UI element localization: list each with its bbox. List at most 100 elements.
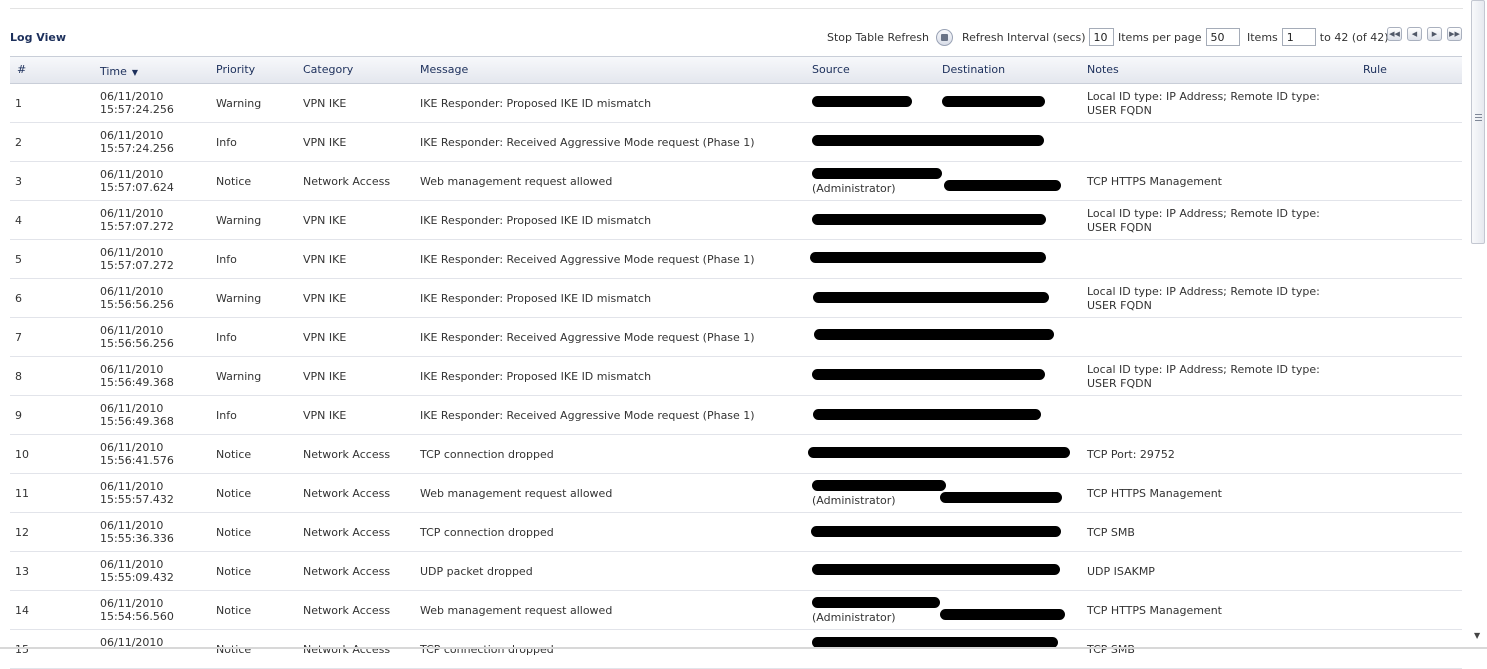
row-clock: 15:54:56.560 — [100, 610, 174, 623]
table-row[interactable]: 9 06/11/2010 15:56:49.368 Info VPN IKE IKE Re… — [10, 396, 1462, 435]
row-time: 06/11/2010 15:56:49.368 — [100, 402, 174, 428]
row-clock: 15:56:49.368 — [100, 376, 174, 389]
row-time: 06/11/2010 15:56:56.256 — [100, 324, 174, 350]
row-time: 06/11/2010 15:55:09.432 — [100, 558, 174, 584]
row-message: UDP packet dropped — [420, 565, 533, 578]
row-date: 06/11/2010 — [100, 597, 164, 610]
col-source[interactable]: Source — [812, 63, 850, 76]
scroll-thumb[interactable] — [1471, 0, 1485, 244]
table-row[interactable]: 5 06/11/2010 15:57:07.272 Info VPN IKE IKE Re… — [10, 240, 1462, 279]
next-page-icon[interactable]: ▶ — [1427, 27, 1442, 41]
refresh-interval-label: Refresh Interval (secs) — [962, 30, 1086, 44]
prev-page-icon[interactable]: ◀ — [1407, 27, 1422, 41]
row-category: Network Access — [303, 487, 391, 500]
table-header: # Time ▼ Priority Category Message Source… — [10, 56, 1462, 84]
table-row[interactable]: 8 06/11/2010 15:56:49.368 Warning VPN IKE IKE… — [10, 357, 1462, 396]
redaction-mark — [812, 135, 1044, 146]
table-row[interactable]: 10 06/11/2010 15:56:41.576 Notice Network Ac… — [10, 435, 1462, 474]
col-destination[interactable]: Destination — [942, 63, 1005, 76]
redaction-mark — [940, 609, 1065, 620]
redaction-mark — [814, 329, 1054, 340]
grip-icon — [1475, 114, 1482, 123]
table-row[interactable]: 14 06/11/2010 15:54:56.560 Notice Network Ac… — [10, 591, 1462, 630]
col-priority[interactable]: Priority — [216, 63, 255, 76]
row-priority: Warning — [216, 214, 262, 227]
row-clock: 15:55:36.336 — [100, 532, 174, 545]
col-num[interactable]: # — [17, 63, 26, 76]
row-notes: TCP HTTPS Management — [1087, 487, 1222, 500]
items-per-page-label: Items per page — [1118, 30, 1202, 44]
row-date: 06/11/2010 — [100, 168, 164, 181]
row-message: TCP connection dropped — [420, 448, 554, 461]
row-date: 06/11/2010 — [100, 441, 164, 454]
row-priority: Info — [216, 253, 237, 266]
col-notes[interactable]: Notes — [1087, 63, 1119, 76]
row-time: 06/11/2010 15:56:41.576 — [100, 441, 174, 467]
stop-refresh-control[interactable]: Stop Table Refresh — [827, 27, 953, 47]
redaction-mark — [942, 96, 1045, 107]
row-message: IKE Responder: Received Aggressive Mode … — [420, 331, 755, 344]
table-row[interactable]: 15 06/11/2010 Notice Network Access TCP conn… — [10, 630, 1462, 669]
table-row[interactable]: 11 06/11/2010 15:55:57.432 Notice Network Ac… — [10, 474, 1462, 513]
row-number: 6 — [15, 292, 22, 305]
row-time: 06/11/2010 15:57:07.624 — [100, 168, 174, 194]
row-category: VPN IKE — [303, 136, 347, 149]
last-page-icon[interactable]: ▶▶ — [1447, 27, 1462, 41]
row-priority: Notice — [216, 604, 252, 617]
row-time: 06/11/2010 15:57:24.256 — [100, 129, 174, 155]
table-row[interactable]: 2 06/11/2010 15:57:24.256 Info VPN IKE IKE Re… — [10, 123, 1462, 162]
refresh-interval-input[interactable] — [1088, 28, 1114, 46]
row-priority: Notice — [216, 487, 252, 500]
table-row[interactable]: 7 06/11/2010 15:56:56.256 Info VPN IKE IKE Re… — [10, 318, 1462, 357]
row-category: VPN IKE — [303, 409, 347, 422]
sort-desc-icon: ▼ — [131, 68, 139, 77]
row-number: 5 — [15, 253, 22, 266]
redaction-mark — [812, 96, 912, 107]
row-category: Network Access — [303, 448, 391, 461]
row-time: 06/11/2010 15:54:56.560 — [100, 597, 174, 623]
first-page-icon[interactable]: ◀◀ — [1387, 27, 1402, 41]
col-category[interactable]: Category — [303, 63, 353, 76]
row-number: 7 — [15, 331, 22, 344]
row-message: Web management request allowed — [420, 487, 613, 500]
items-per-page-input[interactable] — [1205, 28, 1240, 46]
vertical-scrollbar[interactable]: ▼ — [1471, 0, 1485, 649]
row-time: 06/11/2010 15:57:07.272 — [100, 246, 174, 272]
redaction-mark — [808, 447, 1070, 458]
row-category: Network Access — [303, 643, 391, 656]
stop-icon[interactable] — [936, 28, 953, 46]
redaction-mark — [940, 492, 1062, 503]
scroll-down-icon[interactable]: ▼ — [1474, 631, 1480, 640]
row-message: Web management request allowed — [420, 604, 613, 617]
row-notes: Local ID type: IP Address; Remote ID typ… — [1087, 285, 1320, 312]
row-source-user: (Administrator) — [812, 182, 896, 195]
row-priority: Notice — [216, 565, 252, 578]
table-row[interactable]: 13 06/11/2010 15:55:09.432 Notice Network Ac… — [10, 552, 1462, 591]
col-message[interactable]: Message — [420, 63, 468, 76]
table-row[interactable]: 12 06/11/2010 15:55:36.336 Notice Network Ac… — [10, 513, 1462, 552]
row-notes: TCP SMB — [1087, 643, 1135, 656]
table-row[interactable]: 4 06/11/2010 15:57:07.272 Warning VPN IKE IKE… — [10, 201, 1462, 240]
row-date: 06/11/2010 — [100, 246, 164, 259]
items-start-input[interactable] — [1281, 28, 1316, 46]
row-time: 06/11/2010 15:56:56.256 — [100, 285, 174, 311]
row-clock: 15:57:07.272 — [100, 220, 174, 233]
col-rule[interactable]: Rule — [1363, 63, 1387, 76]
row-time: 06/11/2010 15:55:36.336 — [100, 519, 174, 545]
col-time[interactable]: Time ▼ — [100, 65, 138, 78]
table-row[interactable]: 1 06/11/2010 15:57:24.256 Warning VPN IKE IKE… — [10, 84, 1462, 123]
table-row[interactable]: 3 06/11/2010 15:57:07.624 Notice Network Acc… — [10, 162, 1462, 201]
row-date: 06/11/2010 — [100, 324, 164, 337]
row-time: 06/11/2010 15:55:57.432 — [100, 480, 174, 506]
row-message: IKE Responder: Received Aggressive Mode … — [420, 253, 755, 266]
top-divider — [10, 8, 1463, 9]
row-number: 13 — [15, 565, 29, 578]
row-date: 06/11/2010 — [100, 519, 164, 532]
row-date: 06/11/2010 — [100, 363, 164, 376]
row-number: 2 — [15, 136, 22, 149]
row-clock: 15:56:41.576 — [100, 454, 174, 467]
table-row[interactable]: 6 06/11/2010 15:56:56.256 Warning VPN IKE IKE… — [10, 279, 1462, 318]
row-priority: Info — [216, 331, 237, 344]
row-category: Network Access — [303, 175, 391, 188]
row-date: 06/11/2010 — [100, 90, 164, 103]
